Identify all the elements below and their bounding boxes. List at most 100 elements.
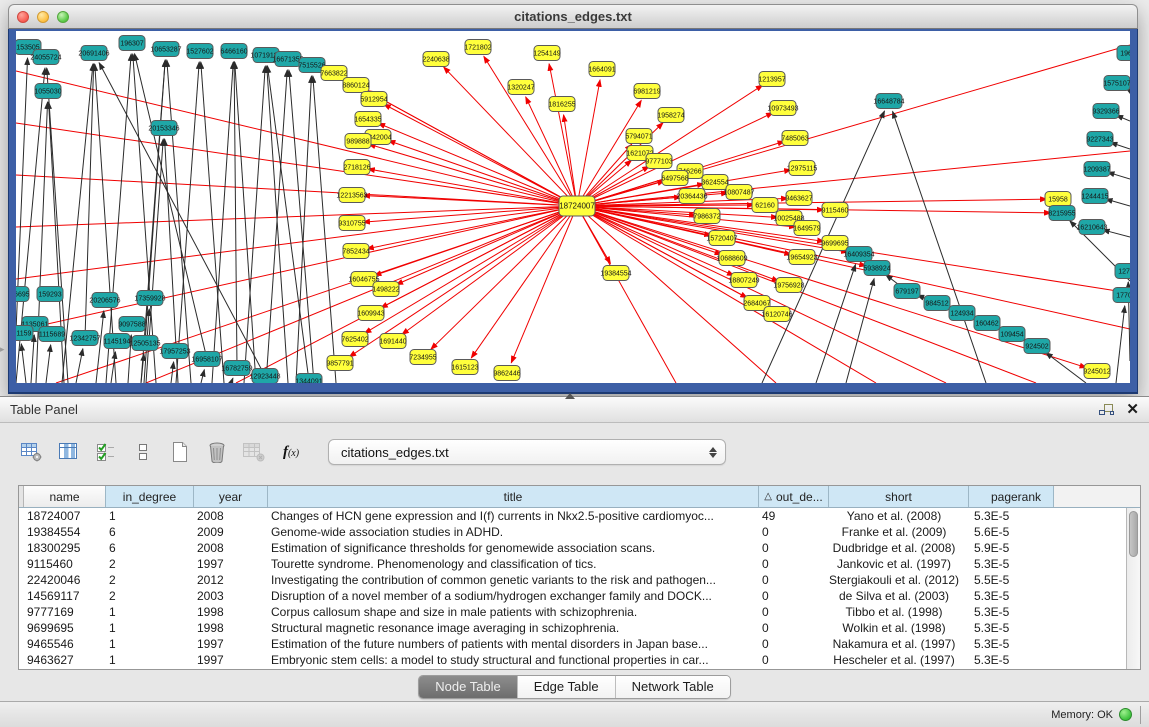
table-select-dropdown[interactable]: citations_edges.txt [328,439,726,465]
network-node[interactable]: 1115689 [39,327,65,342]
network-node[interactable]: 124934 [949,306,975,321]
network-node[interactable]: 9310755 [338,216,365,231]
network-node[interactable]: 20206576 [89,293,120,308]
network-node[interactable]: 1664091 [588,62,615,77]
network-node[interactable]: 16958107 [191,352,222,367]
network-node[interactable]: 9329366 [1092,104,1119,119]
network-node[interactable]: 6497568 [661,171,688,186]
network-node[interactable]: 6466160 [220,44,247,59]
network-node[interactable]: 6981219 [633,84,660,99]
network-node[interactable]: 9699695 [821,236,848,251]
network-node[interactable]: 5938924 [863,261,890,276]
network-node[interactable]: 9463627 [785,191,812,206]
network-node[interactable]: 7485063 [781,131,808,146]
network-node[interactable]: 2240638 [422,52,449,67]
network-node[interactable]: 924502 [1024,339,1050,354]
minimize-window-button[interactable] [37,11,49,23]
memory-ok-indicator[interactable] [1119,708,1132,721]
network-node[interactable]: 1575107 [1103,76,1130,91]
network-node[interactable]: 62160 [752,198,778,213]
table-settings-icon[interactable] [16,437,48,467]
network-canvas[interactable]: 1872400715350524055724206914061963071065… [16,31,1130,383]
table-row[interactable]: 1830029562008Estimation of significance … [19,540,1140,556]
network-node[interactable]: 1320247 [507,80,534,95]
network-node[interactable]: 9227343 [1086,132,1113,147]
table-vertical-scrollbar[interactable] [1126,508,1140,669]
window-titlebar[interactable]: citations_edges.txt [8,4,1138,29]
network-node[interactable]: 160462 [974,316,1000,331]
network-node[interactable]: 18807249 [728,273,759,288]
column-header-in_degree[interactable]: in_degree [106,486,194,507]
network-node[interactable]: 2718126 [343,160,370,175]
network-node[interactable]: 16782759 [221,361,252,376]
network-node[interactable]: 16409354 [843,247,874,262]
network-node[interactable]: 9862446 [493,366,520,381]
network-node[interactable]: 16648784 [873,94,904,109]
network-node[interactable]: 1615123 [451,360,478,375]
network-node[interactable]: 7852434 [342,244,369,259]
table-row[interactable]: 1872400712008Changes of HCN gene express… [19,508,1140,524]
network-node[interactable]: 1654335 [354,112,381,127]
network-node[interactable]: 10973493 [767,101,798,116]
network-node[interactable]: 7986372 [693,209,720,224]
network-node[interactable]: 9115460 [822,203,849,218]
network-node[interactable]: 1527602 [186,44,213,59]
network-node[interactable]: 1055030 [34,84,61,99]
tab-node-table[interactable]: Node Table [419,676,518,698]
network-node[interactable]: 159293 [37,287,63,302]
table-row[interactable]: 911546021997Tourette syndrome. Phenomeno… [19,556,1140,572]
network-node[interactable]: 1244415 [1081,189,1108,204]
float-panel-icon[interactable] [1098,403,1114,416]
network-node[interactable]: 5912954 [360,92,387,107]
new-table-icon[interactable] [164,437,196,467]
table-row[interactable]: 2242004622012Investigating the contribut… [19,572,1140,588]
network-node[interactable]: 12975115 [787,161,818,176]
network-node[interactable]: 9245012 [1083,364,1110,379]
network-node[interactable]: 9097588 [118,317,145,332]
network-node[interactable]: 19617 [1117,46,1130,61]
network-node[interactable]: 10653287 [150,42,181,57]
network-node[interactable]: 1254149 [533,46,560,61]
network-node[interactable]: 12342757 [69,331,100,346]
hub-network-node[interactable]: 18724007 [559,196,595,216]
network-node[interactable]: 20364436 [676,189,707,204]
citation-network-graph[interactable]: 1872400715350524055724206914061963071065… [16,31,1130,383]
network-node[interactable]: 109454 [999,327,1025,342]
network-node[interactable]: 15958 [1045,192,1071,207]
network-node[interactable]: 1691440 [379,334,406,349]
network-node[interactable]: 1498222 [372,282,399,297]
table-row[interactable]: 946554611997Estimation of the future num… [19,636,1140,652]
network-node[interactable]: 984512 [924,296,950,311]
splitter-handle[interactable] [565,393,575,399]
network-node[interactable]: 8215955 [1048,206,1075,221]
column-header-title[interactable]: title [268,486,759,507]
close-window-button[interactable] [17,11,29,23]
network-node[interactable]: 17359928 [134,291,165,306]
row-height-icon[interactable] [127,437,159,467]
show-columns-icon[interactable] [53,437,85,467]
function-builder-icon[interactable]: f(x) [275,437,307,467]
column-header-year[interactable]: year [194,486,268,507]
network-node[interactable]: 1609943 [357,306,384,321]
table-row[interactable]: 977716911998Corpus callosum shape and si… [19,604,1140,620]
network-node[interactable]: 7663822 [320,66,347,81]
network-node[interactable]: 1344091 [295,374,322,384]
network-node[interactable]: 17704 [1113,288,1130,303]
table-row[interactable]: 969969511998Structural magnetic resonanc… [19,620,1140,636]
network-node[interactable]: 3624554 [701,175,728,190]
network-node[interactable]: 1209387 [1083,162,1110,177]
network-node[interactable]: 989888 [345,134,371,149]
network-node[interactable]: 1145194 [104,334,131,349]
network-node[interactable]: 12213563 [336,188,367,203]
network-node[interactable]: 1816255 [548,97,575,112]
network-node[interactable]: 19384554 [600,266,631,281]
table-row[interactable]: 1938455462009Genome-wide association stu… [19,524,1140,540]
network-node[interactable]: 7234955 [409,350,436,365]
network-node[interactable]: 15720407 [706,231,737,246]
close-panel-icon[interactable]: ✕ [1126,402,1139,417]
column-header-out_de[interactable]: △out_de... [759,486,829,507]
delete-table-icon[interactable] [201,437,233,467]
network-node[interactable]: 12710 [1115,264,1130,279]
network-node[interactable]: 17957253 [159,344,190,359]
zoom-window-button[interactable] [57,11,69,23]
